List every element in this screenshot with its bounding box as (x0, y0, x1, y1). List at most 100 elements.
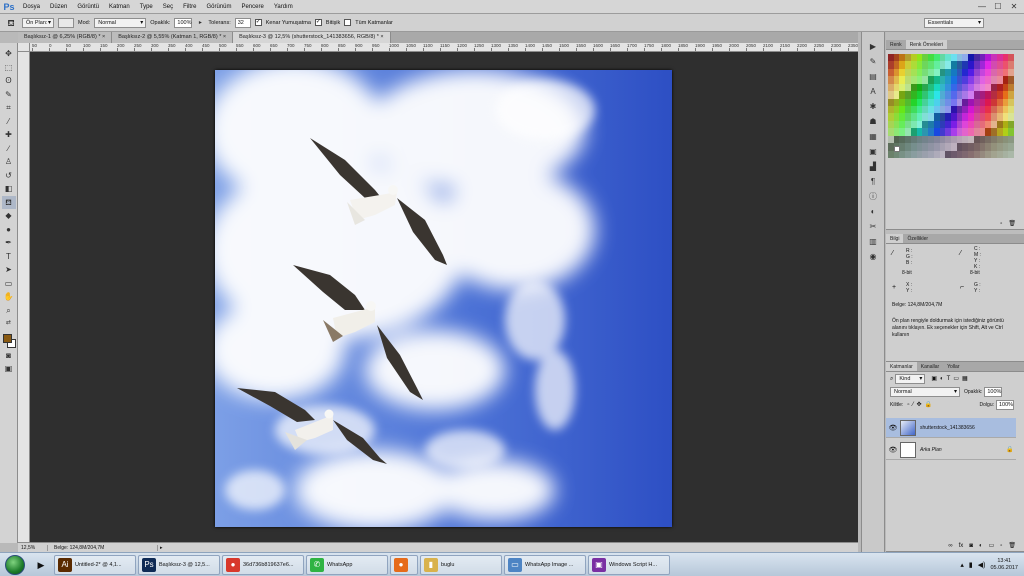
swatch-grid[interactable] (888, 54, 1014, 158)
layer-comps-icon[interactable]: ▥ (865, 235, 881, 249)
clock[interactable]: 13:41 05.06.2017 (990, 558, 1018, 572)
pattern-picker[interactable] (58, 17, 74, 28)
histogram-icon[interactable]: ▟ (865, 160, 881, 174)
opacity-input[interactable]: 100% (174, 17, 193, 28)
clone-stamp-tool-icon[interactable]: ♙ (2, 155, 16, 169)
tab-channels[interactable]: Kanallar (917, 362, 943, 371)
swatches-dock-icon[interactable]: ▦ (865, 130, 881, 144)
swatch[interactable] (1008, 150, 1014, 158)
screen-mode-icon[interactable]: ▣ (2, 362, 16, 376)
menu-item-2[interactable]: Görüntü (72, 0, 104, 14)
swatch[interactable] (1008, 83, 1014, 92)
info-dock-icon[interactable]: ⓘ (865, 190, 881, 204)
taskbar-item-4[interactable]: ● (390, 554, 418, 575)
paragraph-styles-icon[interactable]: ✱ (865, 100, 881, 114)
tools-dock-icon[interactable]: ✂ (865, 220, 881, 234)
menu-item-7[interactable]: Görünüm (201, 0, 236, 14)
taskbar-item-0[interactable]: Ai Untitled-2* @ 4,1... (54, 554, 136, 575)
brush-panel-icon[interactable]: ✎ (865, 55, 881, 69)
media-player-icon[interactable]: ▶ (30, 555, 52, 575)
history-brush-tool-icon[interactable]: ↺ (2, 169, 16, 183)
crop-tool-icon[interactable]: ⌗ (2, 101, 16, 115)
close-tab-icon[interactable]: × (379, 34, 383, 40)
taskbar-item-6[interactable]: ▭ WhatsApp Image ... (504, 554, 586, 575)
swatch[interactable] (1008, 143, 1014, 151)
taskbar-item-2[interactable]: ● 36d736b819637e6... (222, 554, 304, 575)
close-button[interactable]: ✕ (1006, 0, 1022, 13)
contiguous-checkbox[interactable]: ✓ (314, 19, 322, 26)
tab-info[interactable]: Bilgi (886, 234, 904, 243)
menu-item-5[interactable]: Seç (158, 0, 178, 14)
filter-icons[interactable]: ▣◐T▭▦ (931, 374, 970, 384)
lasso-tool-icon[interactable]: ʘ (2, 74, 16, 88)
swatch[interactable] (1008, 135, 1014, 144)
taskbar-item-5[interactable]: ▮ buglu (420, 554, 502, 575)
eyedropper-tool-icon[interactable]: ⁄ (2, 115, 16, 129)
taskbar-item-3[interactable]: ✆ WhatsApp (306, 554, 388, 575)
tab-layers[interactable]: Katmanlar (886, 362, 917, 371)
horizontal-ruler[interactable]: 50 0 50 100 150 200 250 300 350 400 450 500 550 600 65… (30, 43, 858, 52)
quick-mask-icon[interactable]: ◙ (2, 349, 16, 363)
quick-selection-tool-icon[interactable]: ✎ (2, 88, 16, 102)
vertical-ruler[interactable] (18, 52, 30, 542)
document-image[interactable] (215, 70, 672, 527)
paragraph-icon[interactable]: ¶ (865, 175, 881, 189)
styles-icon[interactable]: ◉ (865, 250, 881, 264)
document-tab-1[interactable]: Başlıksız-1 @ 6,25% (RGB/8) * × (18, 32, 113, 43)
swatch[interactable] (1008, 105, 1014, 114)
menu-item-6[interactable]: Filtre (178, 0, 201, 14)
link-layers-icon[interactable]: ∞ (948, 541, 952, 551)
navigator-icon[interactable]: ▣ (865, 145, 881, 159)
menu-item-0[interactable]: Dosya (18, 0, 45, 14)
tab-color[interactable]: Renk (886, 40, 906, 49)
brush-presets-icon[interactable]: ▤ (865, 70, 881, 84)
all-layers-checkbox[interactable] (344, 19, 352, 26)
fx-icon[interactable]: fx (959, 541, 964, 551)
tab-paths[interactable]: Yollar (943, 362, 963, 371)
close-tab-icon[interactable]: × (221, 34, 226, 40)
type-tool-icon[interactable]: T (2, 250, 16, 264)
tolerance-input[interactable]: 32 (234, 17, 251, 28)
delete-layer-icon[interactable]: 🗑 (1008, 541, 1016, 551)
mode-dropdown[interactable]: Normal (94, 17, 147, 28)
minimize-button[interactable]: — (974, 0, 990, 13)
tray-arrow-icon[interactable]: ▴ (960, 561, 964, 569)
swatch[interactable] (1008, 128, 1014, 136)
fill-input[interactable]: 100% (996, 400, 1014, 410)
menu-item-8[interactable]: Pencere (236, 0, 268, 14)
tool-presets-icon[interactable]: ☗ (865, 115, 881, 129)
status-menu-icon[interactable]: ▸ (160, 545, 163, 551)
menu-item-9[interactable]: Yardım (269, 0, 298, 14)
zoom-tool-icon[interactable]: ⌕ (2, 304, 16, 318)
brush-tool-icon[interactable]: ∕ (2, 142, 16, 156)
close-tab-icon[interactable]: × (101, 34, 105, 40)
add-mask-icon[interactable]: ◙ (969, 541, 973, 551)
zoom-level[interactable]: 12,5% (18, 544, 48, 551)
chevron-right-icon[interactable]: ▸ (196, 17, 204, 29)
move-tool-icon[interactable]: ✥ (2, 47, 16, 61)
ruler-origin[interactable] (18, 43, 30, 52)
shape-tool-icon[interactable]: ▭ (2, 277, 16, 291)
workspace-dropdown[interactable]: Essentials (924, 18, 984, 28)
eye-icon[interactable]: 👁 (886, 446, 900, 454)
menu-item-3[interactable]: Katman (104, 0, 135, 14)
blur-tool-icon[interactable]: ◆ (2, 209, 16, 223)
swap-colors-icon[interactable]: ⇄ (2, 317, 16, 331)
tab-swatches[interactable]: Renk Örnekleri (905, 40, 948, 49)
menu-item-1[interactable]: Düzen (45, 0, 72, 14)
path-selection-tool-icon[interactable]: ➤ (2, 263, 16, 277)
taskbar-item-1[interactable]: Ps Başlıksız-3 @ 12,5... (138, 554, 220, 575)
swatch[interactable] (1008, 54, 1014, 62)
menu-item-4[interactable]: Type (135, 0, 158, 14)
document-tab-2[interactable]: Başlıksız-2 @ 5,55% (Katman 1, RGB/8) * … (112, 32, 234, 43)
foreground-color[interactable] (2, 333, 12, 343)
play-icon[interactable]: ▶ (865, 40, 881, 54)
taskbar-item-7[interactable]: ▣ Windows Script H... (588, 554, 670, 575)
new-swatch-icon[interactable]: ▫ (1000, 219, 1002, 229)
swatch[interactable] (1008, 61, 1014, 69)
layer-name[interactable]: shutterstock_141383656 (920, 425, 1016, 431)
color-swatches[interactable] (2, 333, 16, 349)
character-icon[interactable]: A (865, 85, 881, 99)
tab-properties[interactable]: Özellikler (903, 234, 932, 243)
network-icon[interactable]: ▮ (969, 561, 973, 569)
